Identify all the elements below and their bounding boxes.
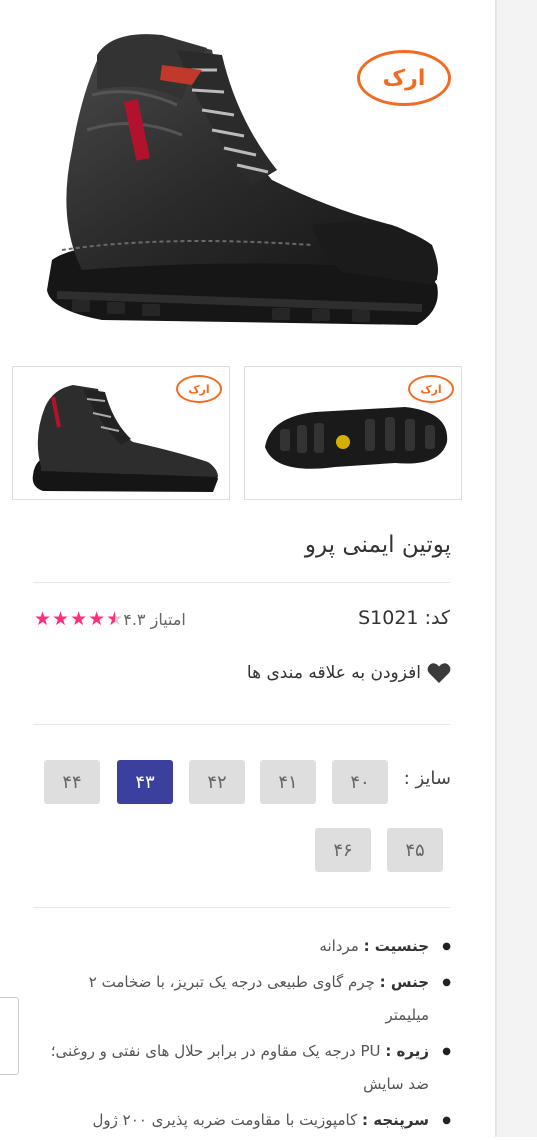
spec-value: چرم گاوی طبیعی درجه یک تبریز، با ضخامت ۲… xyxy=(88,973,429,1024)
thumbnail-side-view[interactable]: ارک xyxy=(12,366,230,500)
divider xyxy=(33,907,450,908)
brand-logo: ارک xyxy=(357,50,451,106)
spec-key: زیره : xyxy=(385,1042,429,1060)
spec-key: سرپنجه : xyxy=(362,1111,429,1129)
spec-value: PU درجه یک مقاوم در برابر حلال های نفتی … xyxy=(50,1042,429,1093)
size-option-button[interactable]: ۴۳ xyxy=(117,760,173,804)
star-full-icon: ★ xyxy=(34,608,52,630)
product-main-image[interactable]: ارک xyxy=(12,10,467,345)
wishlist-label: افزودن به علاقه مندی ها xyxy=(246,663,421,683)
divider xyxy=(33,724,450,725)
product-title: پوتین ایمنی پرو xyxy=(304,532,451,558)
star-full-icon: ★ xyxy=(70,608,88,630)
brand-logo-text: ارک xyxy=(357,50,451,106)
spec-value: مردانه xyxy=(319,937,364,955)
thumbnail-logo-text: ارک xyxy=(408,375,454,403)
spec-list: جنسیت : مردانهجنس : چرم گاوی طبیعی درجه … xyxy=(41,930,451,1140)
thumbnail-logo-text: ارک xyxy=(176,375,222,403)
size-option-button[interactable]: ۴۵ xyxy=(387,828,443,872)
spec-item: زیره : PU درجه یک مقاوم در برابر حلال ها… xyxy=(41,1035,451,1101)
spec-item: جنس : چرم گاوی طبیعی درجه یک تبریز، با ض… xyxy=(41,966,451,1032)
rating: امتیاز ۴.۳ ★ ★ ★ ★ ★ xyxy=(34,608,200,630)
size-label: سایز : xyxy=(403,768,451,789)
spec-value: کامپوزیت با مقاومت ضربه پذیری ۲۰۰ ژول xyxy=(92,1111,363,1129)
star-half-icon: ★ xyxy=(106,610,123,630)
spec-item: جنسیت : مردانه xyxy=(41,930,451,963)
side-tab-handle[interactable] xyxy=(0,997,19,1075)
size-option-button[interactable]: ۴۰ xyxy=(332,760,388,804)
thumbnail-brand-logo: ارک xyxy=(176,375,222,403)
spec-key: جنس : xyxy=(379,973,429,991)
spec-item: سرپنجه : کامپوزیت با مقاومت ضربه پذیری ۲… xyxy=(41,1104,452,1137)
side-panel xyxy=(497,0,537,1137)
size-option-button[interactable]: ۴۴ xyxy=(44,760,100,804)
rating-label: امتیاز ۴.۳ xyxy=(123,610,186,629)
add-to-wishlist-button[interactable]: افزودن به علاقه مندی ها xyxy=(247,662,451,684)
size-option-button[interactable]: ۴۲ xyxy=(189,760,245,804)
spec-key: جنسیت : xyxy=(363,937,429,955)
star-full-icon: ★ xyxy=(52,608,70,630)
star-full-icon: ★ xyxy=(88,608,106,630)
heart-icon xyxy=(427,663,451,683)
thumbnail-sole-view[interactable]: ارک xyxy=(244,366,462,500)
product-code: کد: S1021 xyxy=(358,607,450,629)
divider xyxy=(33,582,450,583)
size-option-button[interactable]: ۴۶ xyxy=(315,828,371,872)
thumbnail-brand-logo: ارک xyxy=(408,375,454,403)
rating-stars: ★ ★ ★ ★ ★ xyxy=(34,608,123,630)
size-option-button[interactable]: ۴۱ xyxy=(260,760,316,804)
